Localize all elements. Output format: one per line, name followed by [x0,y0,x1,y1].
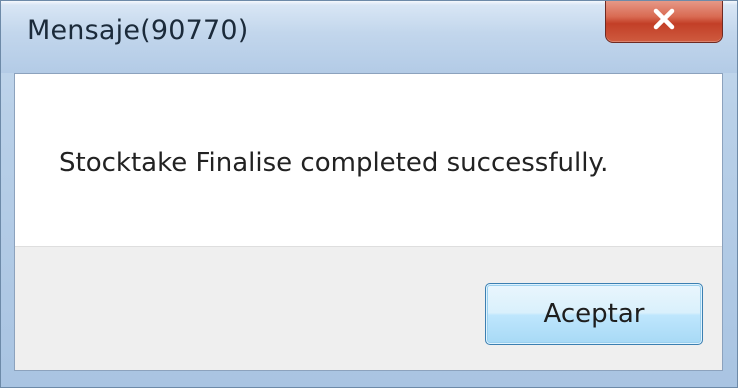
close-icon [651,8,677,30]
message-dialog-window: Mensaje(90770) Stocktake Finalise comple… [0,0,738,388]
accept-button[interactable]: Aceptar [485,283,703,345]
dialog-content: Stocktake Finalise completed successfull… [14,73,723,371]
close-button[interactable] [605,1,723,43]
dialog-button-bar: Aceptar [15,246,722,370]
dialog-message: Stocktake Finalise completed successfull… [59,148,609,178]
window-title: Mensaje(90770) [27,15,249,46]
title-bar[interactable]: Mensaje(90770) [1,1,737,73]
